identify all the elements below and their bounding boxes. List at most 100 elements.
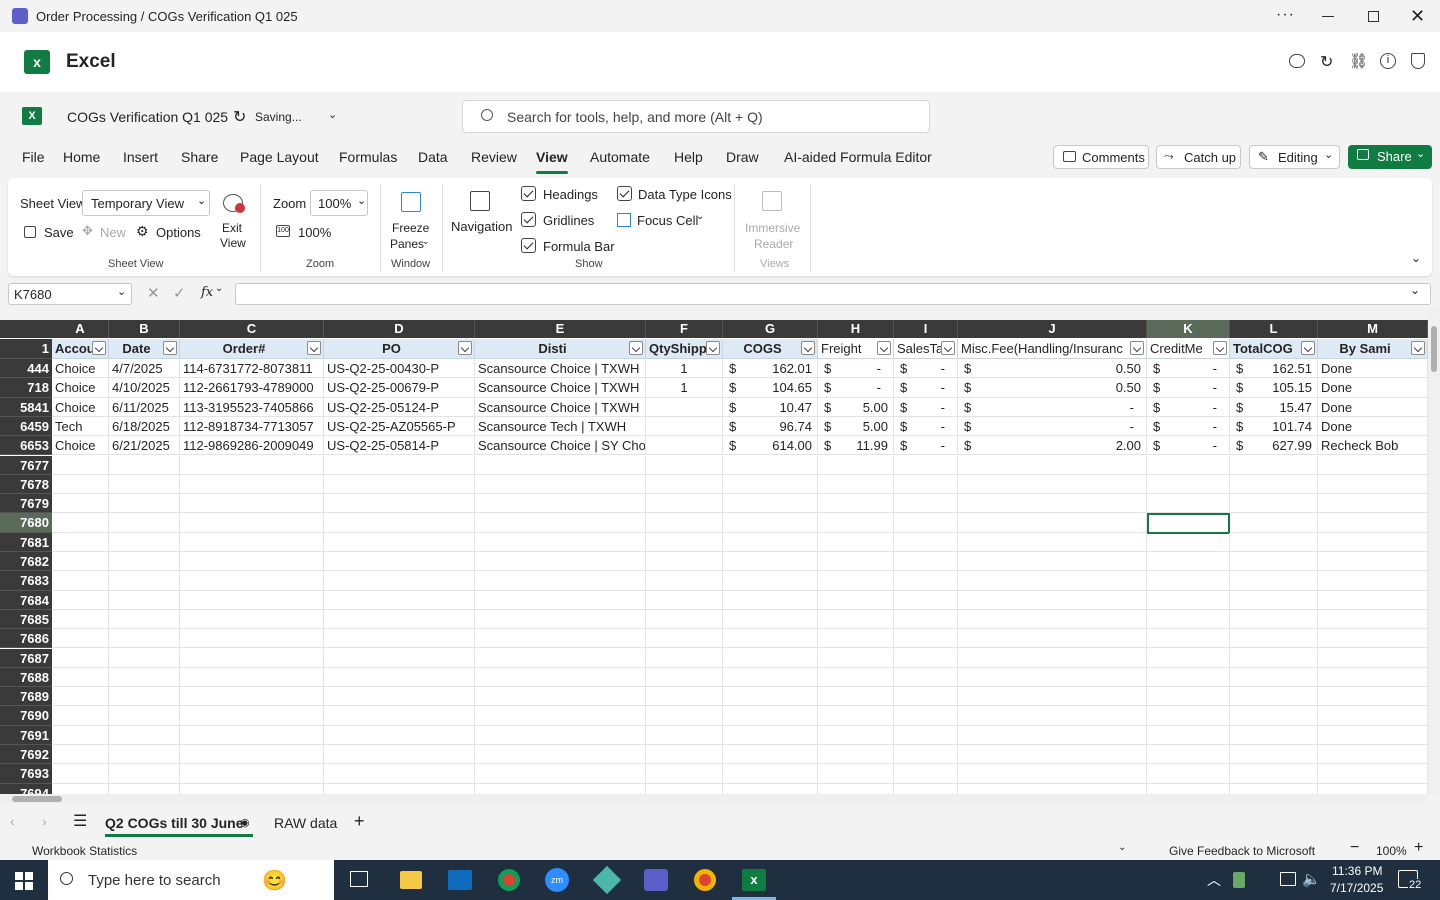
empty-cell[interactable] [894,764,958,784]
empty-cell[interactable] [958,590,1147,610]
empty-cell[interactable] [1230,590,1318,610]
empty-cell[interactable] [180,764,324,784]
task-view-icon[interactable] [350,871,368,887]
table-cell[interactable]: $162.51 [1230,359,1318,379]
table-cell[interactable]: 6/11/2025 [109,397,180,417]
sheet-view-dropdown[interactable]: Temporary View ⌄ [82,190,210,216]
navigation-button[interactable]: Navigation [448,188,512,248]
table-cell[interactable]: $627.99 [1230,436,1318,456]
empty-cell[interactable] [1230,552,1318,572]
empty-cell[interactable] [646,648,723,668]
header-cell-g[interactable]: COGS [723,339,818,359]
filter-dropdown-icon[interactable] [1301,341,1315,355]
column-header-f[interactable]: F [646,320,723,338]
empty-cell[interactable] [1318,764,1428,784]
table-cell[interactable]: Choice [52,378,109,398]
empty-cell[interactable] [1230,745,1318,765]
empty-cell[interactable] [894,667,958,688]
empty-cell[interactable] [52,571,109,591]
column-header-c[interactable]: C [180,320,324,338]
empty-cell[interactable] [646,455,723,475]
empty-cell[interactable] [52,629,109,649]
prev-sheet-icon[interactable]: ‹ [10,813,15,829]
empty-cell[interactable] [109,609,180,630]
empty-cell[interactable] [818,590,894,610]
table-cell[interactable]: Scansource Choice | TXWH [475,359,646,379]
windows-start-icon[interactable] [15,872,33,890]
empty-cell[interactable] [475,590,646,610]
empty-cell[interactable] [1318,552,1428,572]
filter-dropdown-icon[interactable] [629,341,643,355]
empty-cell[interactable] [894,706,958,726]
empty-cell[interactable] [109,745,180,765]
table-cell[interactable]: $104.65 [723,378,818,398]
catch-up-button[interactable]: ⤳ Catch up [1156,145,1241,169]
restore-button[interactable] [1368,11,1379,22]
feedback-link[interactable]: Give Feedback to Microsoft [1169,844,1315,858]
row-header[interactable]: 7688 [0,667,52,688]
volume-icon[interactable]: 🔈 [1302,870,1321,888]
empty-cell[interactable] [109,667,180,688]
table-cell[interactable]: $10.47 [723,397,818,417]
empty-cell[interactable] [52,745,109,765]
chrome-icon[interactable] [498,869,520,891]
name-box[interactable]: K7680 ⌄ [8,283,132,305]
table-cell[interactable]: $162.01 [723,359,818,379]
empty-cell[interactable] [52,706,109,726]
empty-cell[interactable] [109,532,180,552]
empty-cell[interactable] [818,706,894,726]
empty-cell[interactable] [894,629,958,649]
refresh-icon[interactable]: ↻ [1320,52,1333,72]
empty-cell[interactable] [818,552,894,572]
empty-cell[interactable] [1230,532,1318,552]
empty-cell[interactable] [818,474,894,495]
empty-cell[interactable] [52,687,109,707]
taskbar-search[interactable]: Type here to search 😊 [48,860,334,900]
tab-draw[interactable]: Draw [726,149,759,165]
table-cell[interactable]: $ - [958,397,1147,417]
next-sheet-icon[interactable]: › [42,813,47,829]
empty-cell[interactable] [1147,494,1230,514]
empty-cell[interactable] [958,609,1147,630]
headings-checkbox[interactable] [521,186,536,201]
empty-cell[interactable] [109,552,180,572]
table-cell[interactable]: 1 [646,359,723,379]
network-icon[interactable] [1280,872,1296,886]
options-button[interactable]: Options [156,225,201,240]
empty-cell[interactable] [1318,474,1428,495]
empty-cell[interactable] [475,532,646,552]
row-header[interactable]: 7693 [0,764,52,784]
empty-cell[interactable] [1230,667,1318,688]
empty-cell[interactable] [646,783,723,794]
row-header[interactable]: 7691 [0,725,52,745]
table-cell[interactable]: Scansource Choice | SY Choice [475,436,646,456]
empty-cell[interactable] [180,783,324,794]
row-header[interactable]: 5841 [0,397,52,417]
column-header-g[interactable]: G [723,320,818,338]
empty-cell[interactable] [1147,552,1230,572]
header-cell-f[interactable]: QtyShipp [646,339,723,359]
table-cell[interactable]: $ - [1147,416,1230,437]
chrome-profile-icon[interactable] [694,869,716,891]
empty-cell[interactable] [1147,609,1230,630]
table-cell[interactable]: 4/7/2025 [109,359,180,379]
empty-cell[interactable] [818,648,894,668]
empty-cell[interactable] [180,532,324,552]
empty-cell[interactable] [958,629,1147,649]
empty-cell[interactable] [646,532,723,552]
empty-cell[interactable] [646,706,723,726]
table-cell[interactable]: $ - [894,436,958,456]
empty-cell[interactable] [723,745,818,765]
empty-cell[interactable] [109,590,180,610]
table-cell[interactable]: US-Q2-25-00679-P [324,378,475,398]
table-cell[interactable]: $0.50 [958,359,1147,379]
empty-cell[interactable] [180,571,324,591]
table-cell[interactable]: Choice [52,359,109,379]
column-header-e[interactable]: E [475,320,646,338]
empty-cell[interactable] [723,764,818,784]
empty-cell[interactable] [324,455,475,475]
empty-cell[interactable] [1230,494,1318,514]
outlook-icon[interactable] [448,870,472,890]
table-cell[interactable]: Scansource Tech | TXWH [475,416,646,437]
empty-cell[interactable] [324,532,475,552]
